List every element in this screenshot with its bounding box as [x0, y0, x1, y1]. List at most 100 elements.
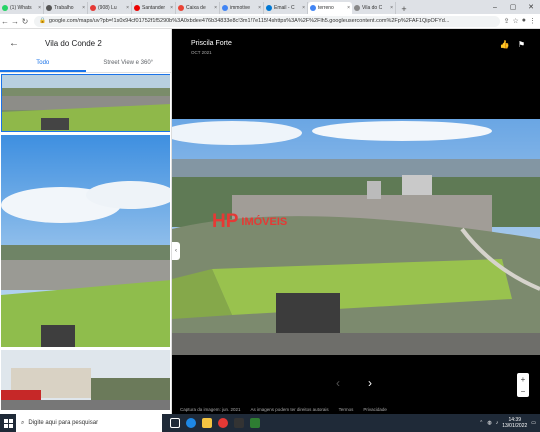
reload-icon[interactable]: ↻	[20, 17, 30, 26]
menu-icon[interactable]: ⋮	[529, 17, 536, 25]
zoom-out-button[interactable]: −	[521, 387, 526, 396]
tab-label: immotive	[230, 5, 251, 11]
close-tab-icon[interactable]: ×	[390, 5, 393, 11]
forward-arrow-icon[interactable]: →	[10, 17, 20, 26]
photo-viewer: Priscila Forte OCT 2021 👍 ⚑ HP IMÓVEIS ‹…	[172, 29, 540, 414]
photo-thumbnail[interactable]	[1, 74, 170, 132]
photo-date: OCT 2021	[191, 50, 212, 55]
browser-tab[interactable]: Email - C ×	[264, 2, 308, 14]
next-photo-icon[interactable]: ›	[368, 376, 372, 390]
system-tray: ⌃ ◍ ♪ 14:39 13/01/2022 ▭	[479, 417, 540, 429]
building-photo-thumbnail	[1, 350, 170, 410]
photo-thumbnail[interactable]	[1, 135, 170, 347]
close-tab-icon[interactable]: ×	[38, 5, 41, 11]
aerial-photo[interactable]	[172, 119, 540, 355]
viewer-footer: Captura da imagem: jun. 2021 As imagens …	[180, 407, 387, 412]
search-icon: ⌕	[21, 419, 25, 426]
tab-street-view[interactable]: Street View e 360°	[86, 57, 172, 72]
browser-tab[interactable]: Vila do C ×	[352, 2, 396, 14]
watermark-brand: IMÓVEIS	[241, 216, 288, 228]
tab-favicon-icon	[310, 5, 316, 11]
photo-tabs: Todo Street View e 360°	[0, 57, 171, 73]
tab-favicon-icon	[134, 5, 140, 11]
privacy-link[interactable]: Privacidade	[363, 407, 387, 412]
file-explorer-icon[interactable]	[202, 418, 212, 428]
browser-tab[interactable]: (1) Whats ×	[0, 2, 44, 14]
collapse-panel-button[interactable]: ‹	[172, 242, 180, 260]
tab-favicon-icon	[222, 5, 228, 11]
tab-label: Santander	[142, 5, 166, 11]
previous-photo-icon[interactable]: ‹	[336, 376, 340, 390]
search-placeholder: Digite aqui para pesquisar	[28, 420, 99, 426]
network-icon[interactable]: ◍	[487, 420, 491, 426]
tab-label: Email - C	[274, 5, 295, 11]
profile-icon[interactable]: ●	[522, 17, 526, 25]
close-tab-icon[interactable]: ×	[126, 5, 129, 11]
aerial-city-image	[172, 119, 540, 355]
app-icon[interactable]	[250, 418, 260, 428]
terms-link[interactable]: Termos	[339, 407, 354, 412]
edge-icon[interactable]	[186, 418, 196, 428]
tab-favicon-icon	[178, 5, 184, 11]
copyright-note: As imagens podem ter direitos autorais	[250, 407, 329, 412]
tab-favicon-icon	[46, 5, 52, 11]
tab-label: Vila do C	[362, 5, 383, 11]
tab-label: terreno	[318, 5, 334, 11]
capture-date: Captura da imagem: jun. 2021	[180, 407, 241, 412]
close-window-button[interactable]: ✕	[522, 0, 540, 14]
star-icon[interactable]: ☆	[512, 17, 518, 25]
task-view-icon[interactable]	[170, 418, 180, 428]
browser-tab[interactable]: Santander ×	[132, 2, 176, 14]
browser-tab[interactable]: Caixa de ×	[176, 2, 220, 14]
new-tab-button[interactable]: +	[398, 4, 410, 14]
taskbar: ⌕ Digite aqui para pesquisar ⌃ ◍ ♪ 14:39…	[0, 414, 540, 432]
close-tab-icon[interactable]: ×	[347, 5, 350, 11]
terminal-icon[interactable]	[234, 418, 244, 428]
tab-label: Caixa de	[186, 5, 206, 11]
zoom-control: + −	[517, 373, 529, 397]
tab-label: (908) Lu	[98, 5, 117, 11]
back-arrow-icon[interactable]: ←	[0, 17, 10, 26]
browser-tab[interactable]: Trabalho ×	[44, 2, 88, 14]
clock[interactable]: 14:39 13/01/2022	[502, 417, 527, 429]
aerial-photo-thumbnail	[1, 74, 170, 132]
thumbs-up-icon[interactable]: 👍	[500, 40, 510, 49]
close-tab-icon[interactable]: ×	[170, 5, 173, 11]
browser-tab[interactable]: terreno ×	[308, 2, 352, 14]
minimize-button[interactable]: –	[486, 0, 504, 14]
browser-tab[interactable]: (908) Lu ×	[88, 2, 132, 14]
close-tab-icon[interactable]: ×	[258, 5, 261, 11]
tab-favicon-icon	[90, 5, 96, 11]
tab-all[interactable]: Todo	[0, 57, 86, 72]
watermark: HP IMÓVEIS	[212, 211, 287, 233]
tab-label: (1) Whats	[10, 5, 32, 11]
address-bar-row: ← → ↻ 🔒 google.com/maps/uv?pb=!1s0x94cf0…	[0, 14, 540, 29]
browser-tab[interactable]: immotive ×	[220, 2, 264, 14]
tab-label: Trabalho	[54, 5, 74, 11]
photo-author[interactable]: Priscila Forte	[191, 40, 232, 47]
browser-tab-strip: (1) Whats × Trabalho × (908) Lu × Santander × Ca…	[0, 0, 540, 14]
aerial-photo-thumbnail	[1, 135, 170, 347]
chrome-icon[interactable]	[218, 418, 228, 428]
photo-thumbnail[interactable]	[1, 350, 170, 410]
taskbar-search-input[interactable]: ⌕ Digite aqui para pesquisar	[16, 414, 162, 432]
photo-list-panel: ← Vila do Conde 2 Todo Street View e 360…	[0, 29, 172, 414]
volume-icon[interactable]: ♪	[496, 420, 499, 426]
windows-start-icon[interactable]	[0, 414, 16, 432]
flag-icon[interactable]: ⚑	[518, 40, 525, 49]
url-field[interactable]: 🔒 google.com/maps/uv?pb=!1s0x94cf01752f1…	[34, 15, 500, 27]
zoom-in-button[interactable]: +	[521, 375, 526, 384]
tab-favicon-icon	[354, 5, 360, 11]
window-controls: – ▢ ✕	[486, 0, 540, 14]
close-tab-icon[interactable]: ×	[302, 5, 305, 11]
watermark-hp: HP	[212, 211, 239, 232]
lock-icon: 🔒	[39, 18, 46, 24]
place-title: Vila do Conde 2	[45, 38, 102, 48]
share-icon[interactable]: ⇪	[504, 17, 510, 25]
close-tab-icon[interactable]: ×	[82, 5, 85, 11]
maximize-button[interactable]: ▢	[504, 0, 522, 14]
close-tab-icon[interactable]: ×	[214, 5, 217, 11]
back-arrow-icon[interactable]: ←	[9, 38, 19, 49]
notifications-icon[interactable]: ▭	[531, 420, 536, 426]
tray-up-icon[interactable]: ⌃	[479, 420, 483, 426]
